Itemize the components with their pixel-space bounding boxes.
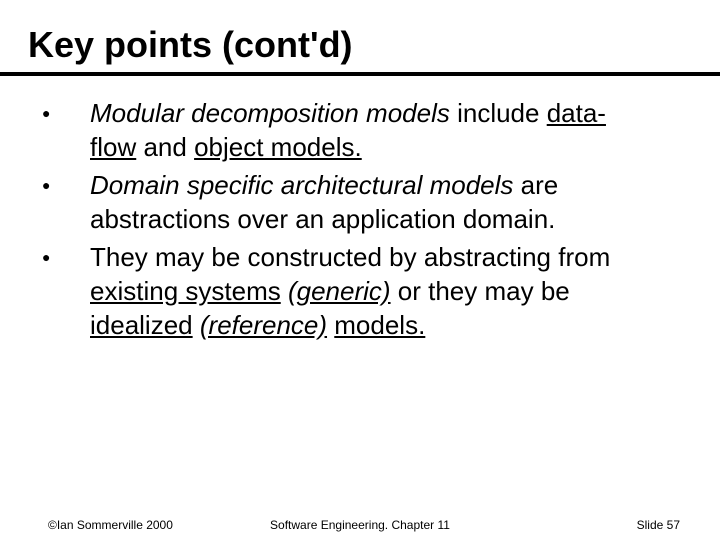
text-segment	[193, 310, 200, 340]
text-segment: include	[450, 98, 547, 128]
text-segment: models.	[334, 310, 425, 340]
text-segment: object models.	[194, 132, 362, 162]
text-segment: (reference)	[200, 310, 327, 340]
bullet-item: ●Domain specific architectural models ar…	[40, 168, 650, 236]
title-rule	[0, 72, 720, 76]
bullet-dot-icon: ●	[40, 168, 90, 202]
text-segment	[281, 276, 288, 306]
bullet-text: They may be constructed by abstracting f…	[90, 240, 650, 342]
text-segment: They may be constructed by abstracting f…	[90, 242, 610, 272]
text-segment: or they may be	[391, 276, 570, 306]
text-segment: idealized	[90, 310, 193, 340]
bullet-item: ●They may be constructed by abstracting …	[40, 240, 650, 342]
bullet-text: Modular decomposition models include dat…	[90, 96, 650, 164]
footer-center: Software Engineering. Chapter 11	[0, 518, 720, 532]
text-segment: (generic)	[288, 276, 391, 306]
text-segment: Modular decomposition models	[90, 98, 450, 128]
bullet-item: ●Modular decomposition models include da…	[40, 96, 650, 164]
slide-title: Key points (cont'd)	[28, 24, 353, 66]
bullet-dot-icon: ●	[40, 240, 90, 274]
slide-body: ●Modular decomposition models include da…	[40, 96, 650, 346]
footer-right: Slide 57	[637, 518, 680, 532]
slide: Key points (cont'd) ●Modular decompositi…	[0, 0, 720, 540]
text-segment: and	[136, 132, 194, 162]
text-segment: Domain specific architectural models	[90, 170, 513, 200]
text-segment: existing systems	[90, 276, 281, 306]
bullet-text: Domain specific architectural models are…	[90, 168, 650, 236]
bullet-dot-icon: ●	[40, 96, 90, 130]
